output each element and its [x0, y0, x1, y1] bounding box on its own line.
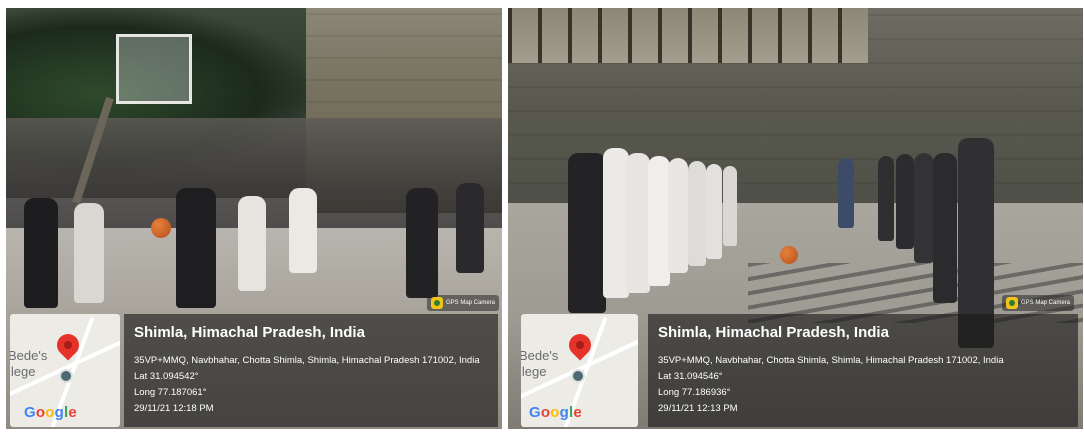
player	[668, 158, 688, 273]
player	[914, 153, 934, 263]
player	[176, 188, 216, 308]
player	[896, 154, 914, 249]
gps-map-camera-watermark: GPS Map Camera	[1002, 295, 1075, 311]
map-thumbnail: Bede's llege Google	[10, 314, 120, 427]
map-thumbnail: Bede's llege Google	[521, 314, 638, 427]
location-info-panel: Shimla, Himachal Pradesh, India 35VP+MMQ…	[124, 314, 498, 427]
datetime: 29/11/21 12:13 PM	[658, 403, 738, 414]
location-dot-icon	[59, 369, 73, 383]
latitude: Lat 31.094542°	[134, 371, 199, 382]
longitude: Long 77.186936°	[658, 387, 731, 398]
player	[456, 183, 484, 273]
player	[238, 196, 266, 291]
map-label: llege	[10, 364, 36, 379]
datetime: 29/11/21 12:18 PM	[134, 403, 214, 414]
camera-icon	[1006, 297, 1018, 309]
map-label: Bede's	[10, 348, 48, 363]
player	[933, 153, 957, 303]
player	[878, 156, 894, 241]
roof-structure	[508, 8, 868, 63]
location-dot-icon	[571, 369, 585, 383]
watermark-text: GPS Map Camera	[446, 300, 496, 306]
longitude: Long 77.187061°	[134, 387, 207, 398]
player	[74, 203, 104, 303]
photo-team-lineup: GPS Map Camera Bede's llege Google Shiml…	[508, 8, 1083, 429]
player	[24, 198, 58, 308]
google-logo: Google	[24, 404, 77, 421]
referee	[838, 158, 854, 228]
camera-icon	[431, 297, 443, 309]
player	[568, 153, 606, 313]
location-title: Shimla, Himachal Pradesh, India	[658, 324, 889, 341]
basketball	[780, 246, 798, 264]
player	[723, 166, 737, 246]
latitude: Lat 31.094546°	[658, 371, 723, 382]
watermark-text: GPS Map Camera	[1021, 300, 1071, 306]
gps-map-camera-watermark: GPS Map Camera	[427, 295, 500, 311]
player	[406, 188, 438, 298]
address: 35VP+MMQ, Navbhahar, Chotta Shimla, Shim…	[134, 355, 480, 366]
photo-basketball-game: GPS Map Camera Bede's llege Google Shiml…	[6, 8, 502, 429]
map-label: llege	[521, 364, 547, 379]
address: 35VP+MMQ, Navbhahar, Chotta Shimla, Shim…	[658, 355, 1004, 366]
location-title: Shimla, Himachal Pradesh, India	[134, 324, 365, 341]
basketball-backboard	[116, 34, 192, 104]
basketball	[151, 218, 171, 238]
player	[648, 156, 670, 286]
player	[289, 188, 317, 273]
google-logo: Google	[529, 404, 582, 421]
map-label: Bede's	[521, 348, 559, 363]
player	[706, 164, 722, 259]
location-info-panel: Shimla, Himachal Pradesh, India 35VP+MMQ…	[648, 314, 1078, 427]
player	[688, 161, 706, 266]
player	[626, 153, 650, 293]
